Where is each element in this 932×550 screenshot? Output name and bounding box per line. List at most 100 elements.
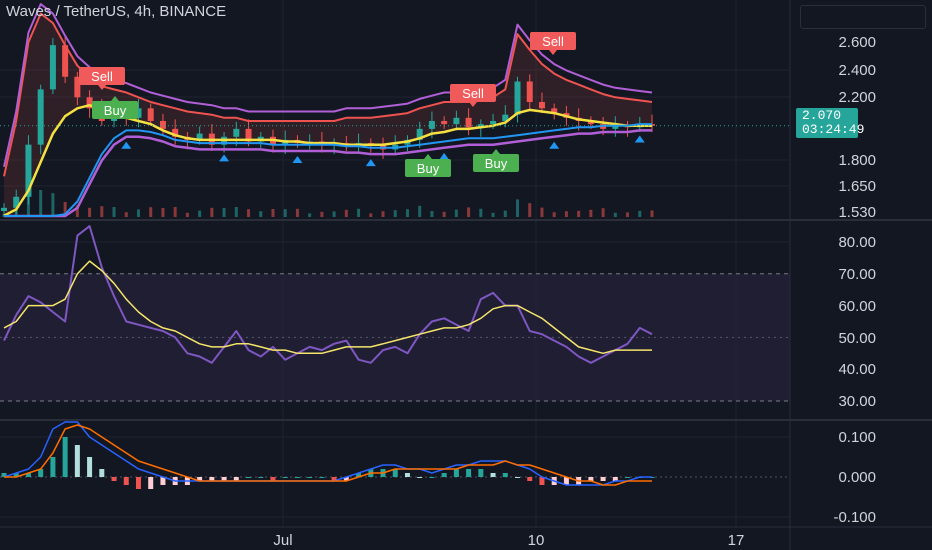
volume-bar <box>564 211 568 217</box>
price-axis-label: 1.650 <box>838 178 876 195</box>
trend-marker-icon <box>121 141 132 149</box>
signal-label-text: Sell <box>91 69 113 84</box>
macd-histogram-bar <box>307 477 313 478</box>
signal-pointer-icon <box>424 154 432 159</box>
signal-pointer-icon <box>492 149 500 154</box>
rsi-axis-label: 30.00 <box>838 393 876 410</box>
volume-bar <box>308 213 312 217</box>
candle-body <box>1 207 7 211</box>
volume-bar <box>381 211 385 217</box>
volume-bar <box>344 209 348 217</box>
volume-bar <box>51 193 55 217</box>
volume-bar <box>185 212 189 217</box>
volume-bar <box>271 209 275 217</box>
signal-label-text: Buy <box>485 156 508 171</box>
volume-bar <box>393 210 397 217</box>
volume-bar <box>320 211 324 217</box>
macd-histogram-bar <box>246 477 252 478</box>
buy-signal-label[interactable]: Buy <box>473 149 519 172</box>
time-axis-label: 10 <box>528 532 545 549</box>
volume-bar <box>577 210 581 217</box>
macd-axis-label: 0.000 <box>838 469 876 486</box>
volume-bar <box>430 211 434 217</box>
rsi-axis-label: 70.00 <box>838 266 876 283</box>
macd-histogram-bar <box>429 477 435 478</box>
macd-histogram-bar <box>404 473 410 477</box>
candle-body <box>441 120 448 125</box>
volume-bar <box>442 211 446 217</box>
volume-bar <box>295 208 299 217</box>
candle-body <box>514 81 521 115</box>
price-pane[interactable]: Sell Buy Sell Sell Buy Buy <box>0 3 790 218</box>
rsi-band-fill <box>0 273 790 401</box>
macd-histogram-bar <box>282 477 288 478</box>
macd-pane[interactable] <box>0 421 790 489</box>
volume-bar <box>283 209 287 217</box>
signal-label-text: Sell <box>462 86 484 101</box>
price-axis-label: 2.600 <box>838 34 876 51</box>
macd-histogram-bar <box>478 469 484 477</box>
macd-histogram-bar <box>600 477 606 481</box>
candle-body <box>428 120 435 129</box>
rsi-pane[interactable] <box>0 225 790 402</box>
volume-bar <box>491 212 495 217</box>
volume-bar <box>149 207 153 217</box>
rsi-axis-label: 60.00 <box>838 298 876 315</box>
macd-histogram-bar <box>148 477 154 489</box>
signal-label-text: Buy <box>104 103 127 118</box>
candle[interactable] <box>49 38 56 95</box>
volume-bar <box>467 207 471 217</box>
candle[interactable] <box>37 84 44 155</box>
chart-canvas[interactable]: Sell Buy Sell Sell Buy Buy 2.600 2.400 2.200 1.8… <box>0 0 932 550</box>
scale-settings-box[interactable] <box>800 5 926 29</box>
volume-bar <box>418 205 422 217</box>
bar-countdown: 03:24:49 <box>802 122 865 137</box>
candle-body <box>453 117 460 125</box>
volume-bar <box>454 209 458 217</box>
volume-bar <box>88 207 92 217</box>
signal-label-text: Buy <box>417 161 440 176</box>
volume-bar <box>601 208 605 217</box>
trend-marker-icon <box>439 152 450 160</box>
macd-histogram-bar <box>502 473 508 477</box>
volume-bar <box>124 212 128 217</box>
macd-histogram-bar <box>111 477 117 481</box>
volume-bar <box>650 210 654 217</box>
time-axis-label: Jul <box>273 532 292 549</box>
volume-bar <box>479 208 483 217</box>
candle-body <box>490 120 497 125</box>
volume-bar <box>173 207 177 217</box>
macd-histogram-bar <box>50 457 56 477</box>
macd-histogram-bar <box>62 437 68 477</box>
macd-histogram-bar <box>258 477 264 478</box>
volume-bar <box>136 209 140 217</box>
volume-bar <box>589 209 593 217</box>
time-axis: Jul 10 17 <box>273 532 744 549</box>
volume-bar <box>210 207 214 217</box>
volume-bar <box>100 206 104 217</box>
macd-histogram-bar <box>490 473 496 477</box>
macd-histogram-bar <box>87 457 93 477</box>
macd-histogram-bar <box>453 469 459 477</box>
price-axis-label: 1.800 <box>838 152 876 169</box>
last-price-value: 2.070 <box>802 108 842 123</box>
time-axis-label: 17 <box>728 532 745 549</box>
rsi-axis-label: 80.00 <box>838 234 876 251</box>
volume-bar <box>234 207 238 217</box>
rsi-axis-label: 40.00 <box>838 361 876 378</box>
candle-body <box>147 108 154 121</box>
last-price-tag: 2.070 03:24:49 <box>796 108 865 138</box>
price-axis-label: 2.200 <box>838 89 876 106</box>
macd-histogram-bar <box>527 477 533 481</box>
macd-histogram-bar <box>466 469 472 477</box>
volume-bar <box>405 209 409 217</box>
trend-marker-icon <box>549 141 560 149</box>
macd-histogram-bar <box>135 477 141 489</box>
volume-bar <box>503 210 507 217</box>
candle-body <box>538 102 545 109</box>
volume-bar <box>161 208 165 217</box>
sell-signal-label[interactable]: Sell <box>530 32 576 55</box>
trend-marker-icon <box>292 155 303 163</box>
macd-axis-label: 0.100 <box>838 429 876 446</box>
price-axis-label: 2.400 <box>838 62 876 79</box>
